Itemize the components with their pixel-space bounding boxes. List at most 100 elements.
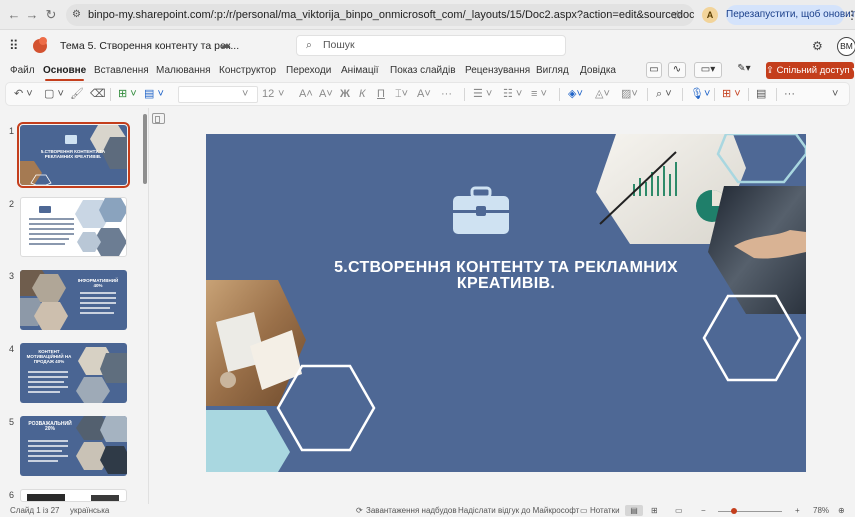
powerpoint-logo-icon[interactable]: [33, 37, 47, 53]
slide-thumbnail-3[interactable]: ІНФОРМАТИВНИЙ 40%: [20, 270, 127, 330]
bold-button[interactable]: Ж: [340, 86, 350, 102]
document-title[interactable]: Тема 5. Створення контенту та рек...: [60, 39, 239, 53]
share-button[interactable]: ⇪ Спільний доступ ▾: [766, 62, 855, 79]
pen-icon[interactable]: ✎▾: [730, 62, 758, 78]
zoom-out-icon[interactable]: −: [701, 505, 706, 517]
feedback-link[interactable]: Надіслати відгук до Майкрософт: [458, 505, 579, 517]
thumbnail-number: 2: [9, 199, 15, 209]
bullets-icon[interactable]: ☰ ˅: [473, 86, 492, 102]
thumbnail-number: 4: [9, 344, 15, 354]
address-bar[interactable]: ⚙ binpo-my.sharepoint.com/:p:/r/personal…: [66, 4, 694, 26]
slide-thumbnail-4[interactable]: КОНТЕНТ МОТИВАЦІЙНИЙ НА ПРОДАЖ 40%: [20, 343, 127, 403]
highlight-icon[interactable]: ⌶˅: [395, 86, 408, 102]
undo-icon[interactable]: ↶ ˅: [14, 86, 33, 102]
tab-draw[interactable]: Малювання: [156, 61, 211, 81]
zoom-in-icon[interactable]: +: [795, 505, 800, 517]
comments-icon[interactable]: ▭: [646, 62, 662, 78]
chevron-down-icon[interactable]: ˅: [832, 86, 838, 102]
eraser-icon[interactable]: ⌫: [90, 86, 106, 102]
slide-thumbnail-6[interactable]: [20, 489, 127, 502]
notes-button[interactable]: Нотатки: [590, 505, 620, 517]
forward-icon[interactable]: →: [24, 7, 40, 23]
tab-insert[interactable]: Вставлення: [94, 61, 149, 81]
thumbnail-title: РОЗВАЖАЛЬНИЙ 20%: [28, 421, 72, 432]
zoom-slider-thumb[interactable]: [731, 508, 737, 514]
align-icon[interactable]: ≡ ˅: [531, 86, 547, 102]
dictate-icon[interactable]: 🎙˅: [690, 86, 710, 102]
thumbnail-title: ІНФОРМАТИВНИЙ 40%: [77, 278, 119, 288]
catch-up-icon[interactable]: ∿: [668, 62, 686, 78]
chevron-down-icon[interactable]: ˅: [242, 86, 248, 102]
fit-to-window-icon[interactable]: ⊕: [838, 505, 845, 517]
numbering-icon[interactable]: ☷ ˅: [503, 86, 522, 102]
arrange-icon[interactable]: ▨˅: [621, 86, 638, 102]
font-color-icon[interactable]: A˅: [417, 86, 431, 102]
layout-icon[interactable]: ▤ ˅: [144, 86, 164, 102]
designer-icon[interactable]: ⊞ ˅: [722, 86, 741, 102]
shape-fill-icon[interactable]: ◬˅: [595, 86, 610, 102]
tab-help[interactable]: Довідка: [580, 61, 616, 81]
slide-canvas[interactable]: 5.СТВОРЕННЯ КОНТЕНТУ ТА РЕКЛАМНИХ КРЕАТИ…: [206, 134, 806, 472]
more-options-icon[interactable]: ···: [784, 86, 795, 102]
tab-home[interactable]: Основне: [43, 61, 86, 81]
bookmark-star-icon[interactable]: ☆: [672, 4, 683, 26]
tab-design[interactable]: Конструктор: [219, 61, 276, 81]
language-indicator[interactable]: українська: [70, 505, 109, 517]
slide-sorter-icon[interactable]: ⊞: [651, 505, 658, 517]
relaunch-button[interactable]: Перезапустити, щоб оновити: [726, 5, 855, 25]
search-icon: ⌕: [306, 39, 312, 51]
search-placeholder: Пошук: [323, 39, 355, 51]
paste-icon[interactable]: ▢ ˅: [44, 86, 64, 102]
new-slide-icon[interactable]: ⊞ ˅: [118, 86, 137, 102]
slide-thumbnail-1[interactable]: 5.СТВОРЕННЯ КОНТЕНТУ ТА РЕКЛАМНИХ КРЕАТИ…: [17, 122, 130, 188]
slide-title-line-1: 5.СТВОРЕННЯ КОНТЕНТУ ТА РЕКЛАМНИХ: [334, 259, 678, 276]
tab-slideshow[interactable]: Показ слайдів: [390, 61, 456, 81]
tab-file[interactable]: Файл: [10, 61, 35, 81]
back-icon[interactable]: ←: [6, 7, 22, 23]
site-settings-icon[interactable]: ⚙: [72, 4, 81, 26]
url-text: binpo-my.sharepoint.com/:p:/r/personal/m…: [88, 9, 694, 21]
app-launcher-icon[interactable]: ⠿: [9, 39, 19, 53]
hex-solid-light: [206, 410, 290, 472]
slide-thumbnail-5[interactable]: РОЗВАЖАЛЬНИЙ 20%: [20, 416, 127, 476]
reading-view-icon[interactable]: ▭: [675, 505, 683, 517]
panel-toggle-icon[interactable]: [152, 113, 165, 124]
pane-divider[interactable]: [148, 108, 149, 504]
more-font-button[interactable]: ···: [441, 86, 452, 102]
slide-thumbnail-2[interactable]: [20, 197, 127, 257]
browser-menu-icon[interactable]: ⋮: [846, 6, 855, 24]
italic-button[interactable]: К: [359, 86, 365, 102]
copilot-icon[interactable]: ▤: [756, 86, 766, 102]
hex-outline-bottom: [276, 364, 376, 452]
ribbon-toolbar: ↶ ˅ ▢ ˅ 🖌 ⌫ ⊞ ˅ ▤ ˅ ˅ 12 ˅ A˄ A˅ Ж К П ⌶…: [5, 82, 850, 106]
grow-font-button[interactable]: A˄: [299, 86, 313, 102]
chevron-down-icon[interactable]: ˅: [278, 86, 284, 102]
tab-view[interactable]: Вигляд: [536, 61, 569, 81]
slide-title[interactable]: 5.СТВОРЕННЯ КОНТЕНТУ ТА РЕКЛАМНИХ КРЕАТИ…: [266, 260, 746, 292]
cloud-saved-icon[interactable]: ☁: [220, 38, 231, 51]
present-icon[interactable]: ▭▾: [694, 62, 722, 78]
tab-animations[interactable]: Анімації: [341, 61, 379, 81]
find-icon[interactable]: ⌕ ˅: [656, 86, 672, 102]
format-painter-icon[interactable]: 🖌: [70, 86, 84, 102]
shrink-font-button[interactable]: A˅: [319, 86, 333, 102]
search-input[interactable]: ⌕ Пошук: [296, 35, 566, 56]
briefcase-icon: [453, 186, 509, 234]
font-size-field[interactable]: 12: [262, 86, 274, 102]
tab-review[interactable]: Рецензування: [465, 61, 530, 81]
share-label: Спільний доступ: [776, 65, 850, 76]
zoom-slider[interactable]: [718, 511, 782, 512]
coffee-cup: [220, 372, 236, 388]
profile-icon[interactable]: A: [702, 7, 718, 23]
reload-icon[interactable]: ↻: [43, 7, 59, 23]
tab-transitions[interactable]: Переходи: [286, 61, 331, 81]
ribbon-tabs: Файл Основне Вставлення Малювання Констр…: [0, 61, 855, 81]
gear-icon[interactable]: ⚙: [812, 39, 823, 53]
avatar[interactable]: BM: [837, 37, 855, 56]
underline-button[interactable]: П: [377, 86, 385, 102]
shapes-icon[interactable]: ◈˅: [568, 86, 583, 102]
normal-view-icon[interactable]: ▤: [625, 505, 643, 516]
thumbnail-scrollbar[interactable]: [143, 114, 147, 184]
zoom-level[interactable]: 78%: [813, 505, 829, 517]
notes-icon[interactable]: ▭: [580, 505, 588, 517]
